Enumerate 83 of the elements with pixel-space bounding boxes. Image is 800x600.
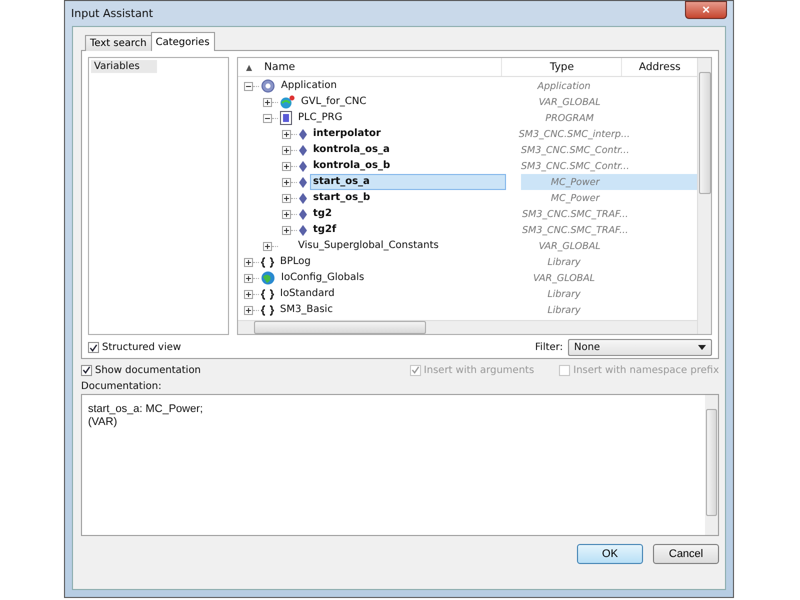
- tab[interactable]: Text search: [85, 35, 152, 51]
- expander-icon[interactable]: [282, 210, 291, 218]
- expander-icon[interactable]: [244, 82, 253, 90]
- type-cell-text: MC_Power: [550, 192, 601, 206]
- expander-icon[interactable]: [244, 290, 253, 298]
- type-cell-text: Library: [546, 304, 582, 318]
- type-cell-text: SM3_CNC.SMC_Contr...: [521, 144, 630, 158]
- expander-icon[interactable]: [282, 162, 291, 170]
- caret-icon: [698, 345, 706, 350]
- tree-item[interactable]: GVL_for_CNC: [299, 95, 368, 109]
- checkmark-icon: [82, 365, 91, 375]
- diamond-icon: [299, 176, 307, 188]
- expander-icon[interactable]: [282, 194, 291, 202]
- filter-dropdown[interactable]: None: [568, 339, 712, 356]
- type-cell-text: VAR_GLOBAL: [538, 96, 602, 110]
- tree-item[interactable]: interpolator: [311, 127, 383, 141]
- tree-item[interactable]: kontrola_os_a: [311, 143, 392, 157]
- address-cell: [629, 174, 697, 190]
- structured-view-checkbox[interactable]: Structured view: [88, 342, 182, 353]
- braces-icon: [261, 256, 274, 268]
- expander-icon[interactable]: [244, 306, 253, 314]
- expander-icon[interactable]: [282, 226, 291, 234]
- document-icon: [280, 111, 292, 125]
- documentation-label: Documentation:: [81, 381, 162, 394]
- documentation-line: start_os_a: MC_Power;: [88, 403, 204, 416]
- vertical-scrollbar[interactable]: [697, 58, 711, 334]
- vertical-scrollbar[interactable]: [705, 395, 718, 535]
- expander-icon[interactable]: [244, 258, 253, 266]
- tab[interactable]: Categories: [150, 32, 215, 51]
- filter-label: Filter:: [535, 342, 563, 353]
- type-cell-text: VAR_GLOBAL: [538, 240, 602, 254]
- globe-icon: [280, 95, 295, 109]
- option-checkbox[interactable]: Show documentation: [81, 364, 410, 376]
- tree-item[interactable]: tg2: [311, 207, 334, 221]
- tree-item[interactable]: IoConfig_Globals: [279, 271, 366, 285]
- window-title: Input Assistant: [71, 6, 154, 20]
- diamond-icon: [299, 208, 307, 220]
- diamond-icon: [299, 160, 307, 172]
- type-cell-text: SM3_CNC.SMC_TRAF...: [521, 208, 630, 222]
- tree-item[interactable]: start_os_a: [311, 175, 505, 189]
- gear-icon: [261, 79, 275, 93]
- column-header[interactable]: Type: [501, 58, 622, 76]
- ok-button[interactable]: OK: [577, 544, 643, 564]
- expander-icon[interactable]: [282, 178, 291, 186]
- tree-item[interactable]: start_os_b: [311, 191, 372, 205]
- braces-icon: [261, 304, 274, 316]
- category-item[interactable]: Variables: [91, 60, 157, 73]
- tree-item[interactable]: IoStandard: [278, 287, 337, 301]
- tree-item[interactable]: tg2f: [311, 223, 338, 237]
- expander-icon[interactable]: [263, 242, 272, 250]
- tree-item[interactable]: SM3_Basic: [278, 303, 335, 317]
- expander-icon[interactable]: [263, 98, 272, 106]
- type-cell-text: Library: [546, 288, 582, 302]
- type-cell-text: PROGRAM: [544, 112, 595, 126]
- type-cell-text: SM3_CNC.SMC_interp...: [518, 128, 630, 142]
- cancel-button[interactable]: Cancel: [653, 544, 719, 564]
- tree-item[interactable]: Application: [279, 79, 339, 93]
- type-cell-text: Application: [536, 80, 592, 94]
- type-cell-text: SM3_CNC.SMC_TRAF...: [521, 224, 630, 238]
- globe-icon: [261, 271, 275, 285]
- column-header[interactable]: Name: [264, 61, 296, 73]
- type-cell-text: Library: [546, 256, 582, 270]
- expander-icon[interactable]: [263, 114, 272, 122]
- type-cell-text: VAR_GLOBAL: [532, 272, 596, 286]
- horizontal-scrollbar[interactable]: [238, 320, 697, 334]
- expander-icon[interactable]: [244, 274, 253, 282]
- diamond-icon: [299, 144, 307, 156]
- tree-item[interactable]: PLC_PRG: [296, 111, 344, 125]
- diamond-icon: [299, 128, 307, 140]
- expander-icon[interactable]: [282, 130, 291, 138]
- sort-arrow[interactable]: ▲: [246, 62, 252, 72]
- type-cell: MC_Power: [521, 174, 630, 190]
- checkmark-icon: [410, 365, 420, 375]
- diamond-icon: [299, 224, 307, 236]
- tree-item[interactable]: Visu_Superglobal_Constants: [296, 239, 441, 253]
- tree-item[interactable]: kontrola_os_b: [311, 159, 392, 173]
- braces-icon: [261, 288, 274, 300]
- expander-icon[interactable]: [282, 146, 291, 154]
- type-cell-text: SM3_CNC.SMC_Contr...: [521, 160, 630, 174]
- documentation-line: (VAR): [88, 416, 118, 429]
- checkmark-icon: [89, 342, 98, 352]
- diamond-icon: [299, 192, 307, 204]
- tree-item[interactable]: BPLog: [278, 255, 313, 269]
